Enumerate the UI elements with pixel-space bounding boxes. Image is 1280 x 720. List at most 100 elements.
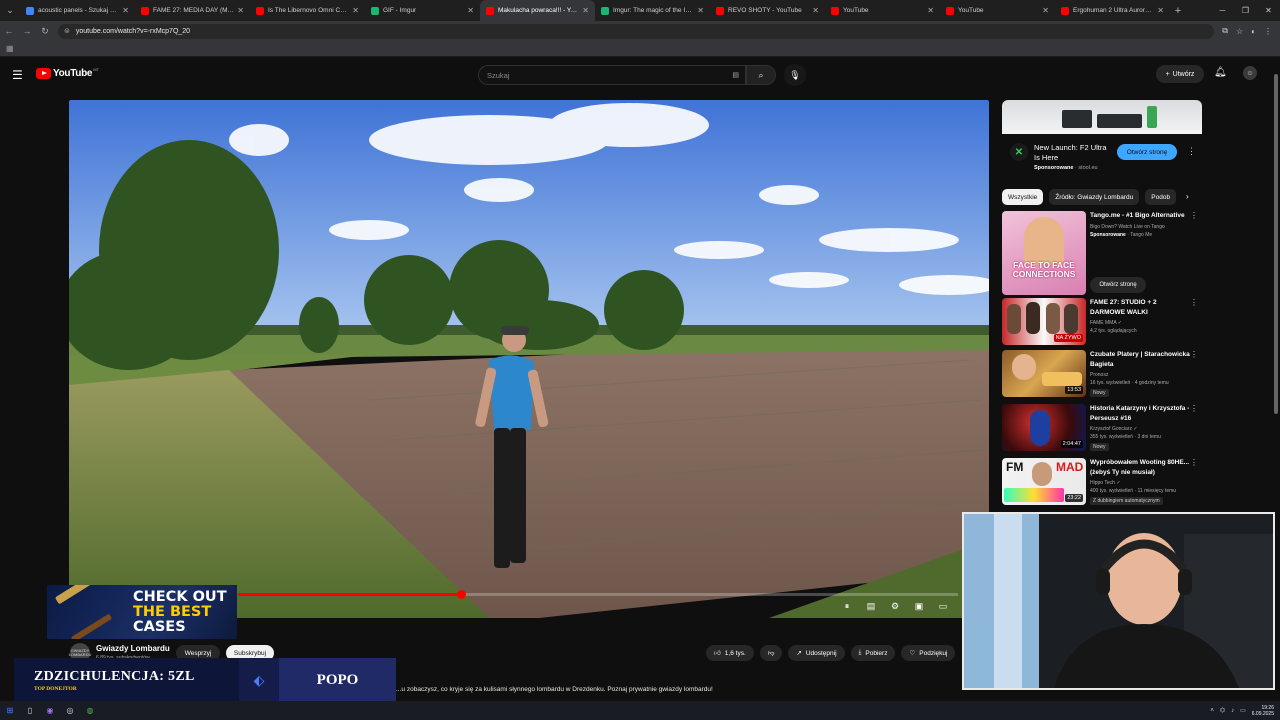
tab-search-button[interactable]: ⌄ [0,0,20,21]
taskbar-app-icon[interactable]: ▯ [20,706,40,715]
rec-channel-name[interactable]: Krzysztof Gonciarz [1090,426,1132,432]
tab-close-icon[interactable]: ✕ [927,6,934,15]
tab-close-icon[interactable]: ✕ [1157,6,1164,15]
ad-open-button[interactable]: Otwórz stronę [1117,144,1177,160]
maximize-button[interactable]: ❐ [1234,6,1257,15]
battery-icon[interactable]: ▭ [1240,707,1246,714]
rec-channel[interactable]: Pronosz [1090,372,1108,379]
voice-search-button[interactable]: 🎙︎ [784,64,806,86]
ad-more-icon[interactable]: ⋮ [1187,146,1196,157]
rec-thumbnail[interactable]: 2:04:47 [1002,404,1086,451]
tab-close-icon[interactable]: ✕ [237,6,244,15]
ad-banner-image[interactable] [1002,100,1202,134]
browser-tab[interactable]: Ergohuman 2 Ultra Aurora W... ✕ [1055,0,1170,21]
filter-chip[interactable]: Podob [1145,189,1177,205]
chips-next-icon[interactable]: › [1186,192,1189,201]
dislike-button[interactable]: 👎︎ [759,645,783,661]
browser-tab[interactable]: Is The Libernovo Omni Chair... ✕ [250,0,365,21]
taskbar-app-icon[interactable]: ◉ [40,706,60,715]
back-button[interactable]: ← [0,26,18,36]
theater-mode-icon[interactable]: ▭ [936,601,950,612]
forward-button[interactable]: → [18,26,36,36]
rec-title[interactable]: FAME 27: STUDIO + 2 DARMOWE WALKI [1090,298,1192,317]
browser-tab[interactable]: YouTube ✕ [940,0,1055,21]
taskbar-app-icon[interactable]: ◎ [60,706,80,715]
page-scrollbar[interactable] [1272,60,1280,700]
browser-tab[interactable]: Imgur: The magic of the Inter... ✕ [595,0,710,21]
list-item[interactable]: 2:04:47 Historia Katarzyny i Krzysztofa … [1002,404,1202,452]
miniplayer-icon[interactable]: ▣ [912,601,926,612]
rec-more-icon[interactable]: ⋮ [1190,404,1198,413]
browser-tab[interactable]: FAME 27: MEDIA DAY (Media...✕ [135,0,250,21]
search-input[interactable]: Szukaj ▤ [478,65,746,85]
download-button[interactable]: ⤓ Pobierz [850,645,896,661]
rec-title[interactable]: Tango.me - #1 Bigo Alternative [1090,211,1192,221]
channel-name[interactable]: Gwiazdy Lombardu [96,644,170,653]
clock[interactable]: 19:26 6.09.2025 [1252,705,1274,717]
subtitles-icon[interactable]: ▤ [864,601,878,612]
browser-tab[interactable]: YouTube ✕ [825,0,940,21]
chrome-icon[interactable]: ◍ [80,706,100,715]
advertiser-logo-icon[interactable]: ✕ [1010,143,1028,161]
extension-icon[interactable]: ◐ [1251,27,1256,36]
list-item[interactable]: FM MAD 23:22 Wypróbowałem Wooting 80HE..… [1002,458,1202,506]
scrollbar-thumb[interactable] [1274,74,1278,414]
settings-gear-icon[interactable]: ⚙ [888,601,902,612]
browser-menu-icon[interactable]: ⋮ [1264,27,1272,36]
reload-button[interactable]: ↻ [36,26,54,37]
site-info-icon[interactable]: ⊜ [64,27,70,35]
rec-channel-name[interactable]: FAME MMA [1090,320,1116,326]
list-item[interactable]: NA ŻYWO FAME 27: STUDIO + 2 DARMOWE WALK… [1002,298,1202,346]
thanks-button[interactable]: ♡ Podziękuj [901,645,956,661]
minimize-button[interactable]: ─ [1211,6,1234,15]
like-button[interactable]: 👍︎ 1,6 tys. [706,645,754,661]
tab-close-icon[interactable]: ✕ [697,6,704,15]
tab-close-icon[interactable]: ✕ [812,6,819,15]
rec-more-icon[interactable]: ⋮ [1190,211,1198,220]
keyboard-icon[interactable]: ▤ [732,71,739,79]
create-button[interactable]: + Utwórz [1156,65,1204,83]
list-item[interactable]: 13:53 Czubate Platery | Starachowicka Ba… [1002,350,1202,398]
menu-icon[interactable]: ☰ [12,68,23,82]
rec-title[interactable]: Historia Katarzyny i Krzysztofa - Perseu… [1090,404,1192,423]
ad-title[interactable]: New Launch: F2 Ultra Is Here [1034,143,1114,163]
video-player[interactable] [69,100,989,618]
volume-icon[interactable]: ♪ [1231,708,1234,714]
share-button[interactable]: ↗ Udostępnij [788,645,845,661]
rec-thumbnail[interactable]: NA ŻYWO [1002,298,1086,345]
new-tab-button[interactable]: + [1170,5,1186,17]
rec-thumbnail[interactable]: FACE TO FACE CONNECTIONS [1002,211,1086,295]
network-icon[interactable]: ⌬ [1220,707,1225,714]
description-snippet[interactable]: ...u zobaczysz, co kryje się za kulisami… [396,686,713,693]
browser-tab[interactable]: REVO SHOTY - YouTube ✕ [710,0,825,21]
tab-close-icon[interactable]: ✕ [1042,6,1049,15]
tray-chevron-icon[interactable]: ˄ [1210,708,1214,714]
search-button[interactable]: ⌕ [746,65,776,85]
account-avatar[interactable]: ☺ [1243,66,1257,80]
apps-grid-icon[interactable]: ▦ [6,44,14,53]
tab-close-icon[interactable]: ✕ [352,6,359,15]
rec-title[interactable]: Wypróbowałem Wooting 80HE... (żebyś Ty n… [1090,458,1192,477]
browser-tab[interactable]: Makulacha powraca!!! - Yo... ✕ [480,0,595,21]
browser-tab[interactable]: GIF - Imgur ✕ [365,0,480,21]
bookmark-star-icon[interactable]: ☆ [1236,27,1243,36]
rec-more-icon[interactable]: ⋮ [1190,458,1198,467]
tab-close-icon[interactable]: ✕ [582,6,589,15]
rec-thumbnail[interactable]: 13:53 [1002,350,1086,397]
youtube-logo[interactable]: YouTube MT [36,67,99,79]
tab-close-icon[interactable]: ✕ [122,6,129,15]
tab-close-icon[interactable]: ✕ [467,6,474,15]
rec-thumbnail[interactable]: FM MAD 23:22 [1002,458,1086,505]
start-icon[interactable]: ⊞ [0,706,20,715]
url-field[interactable]: ⊜ youtube.com/watch?v=-rxMcp7Q_20 [58,23,1215,39]
rec-more-icon[interactable]: ⋮ [1190,350,1198,359]
filter-chip[interactable]: Wszystkie [1002,189,1044,205]
video-progress-bar[interactable] [238,590,958,599]
browser-tab[interactable]: acoustic panels - Szukaj w Go...✕ [20,0,135,21]
rec-title[interactable]: Czubate Platery | Starachowicka Bagieta [1090,350,1192,369]
close-window-button[interactable]: ✕ [1257,6,1280,15]
cast-icon[interactable]: ⧉ [1222,26,1228,36]
autoplay-toggle-icon[interactable]: ⏸ [840,601,854,612]
filter-chip[interactable]: Źródło: Gwiazdy Lombardu [1049,189,1140,205]
rec-open-button[interactable]: Otwórz stronę [1090,277,1146,293]
